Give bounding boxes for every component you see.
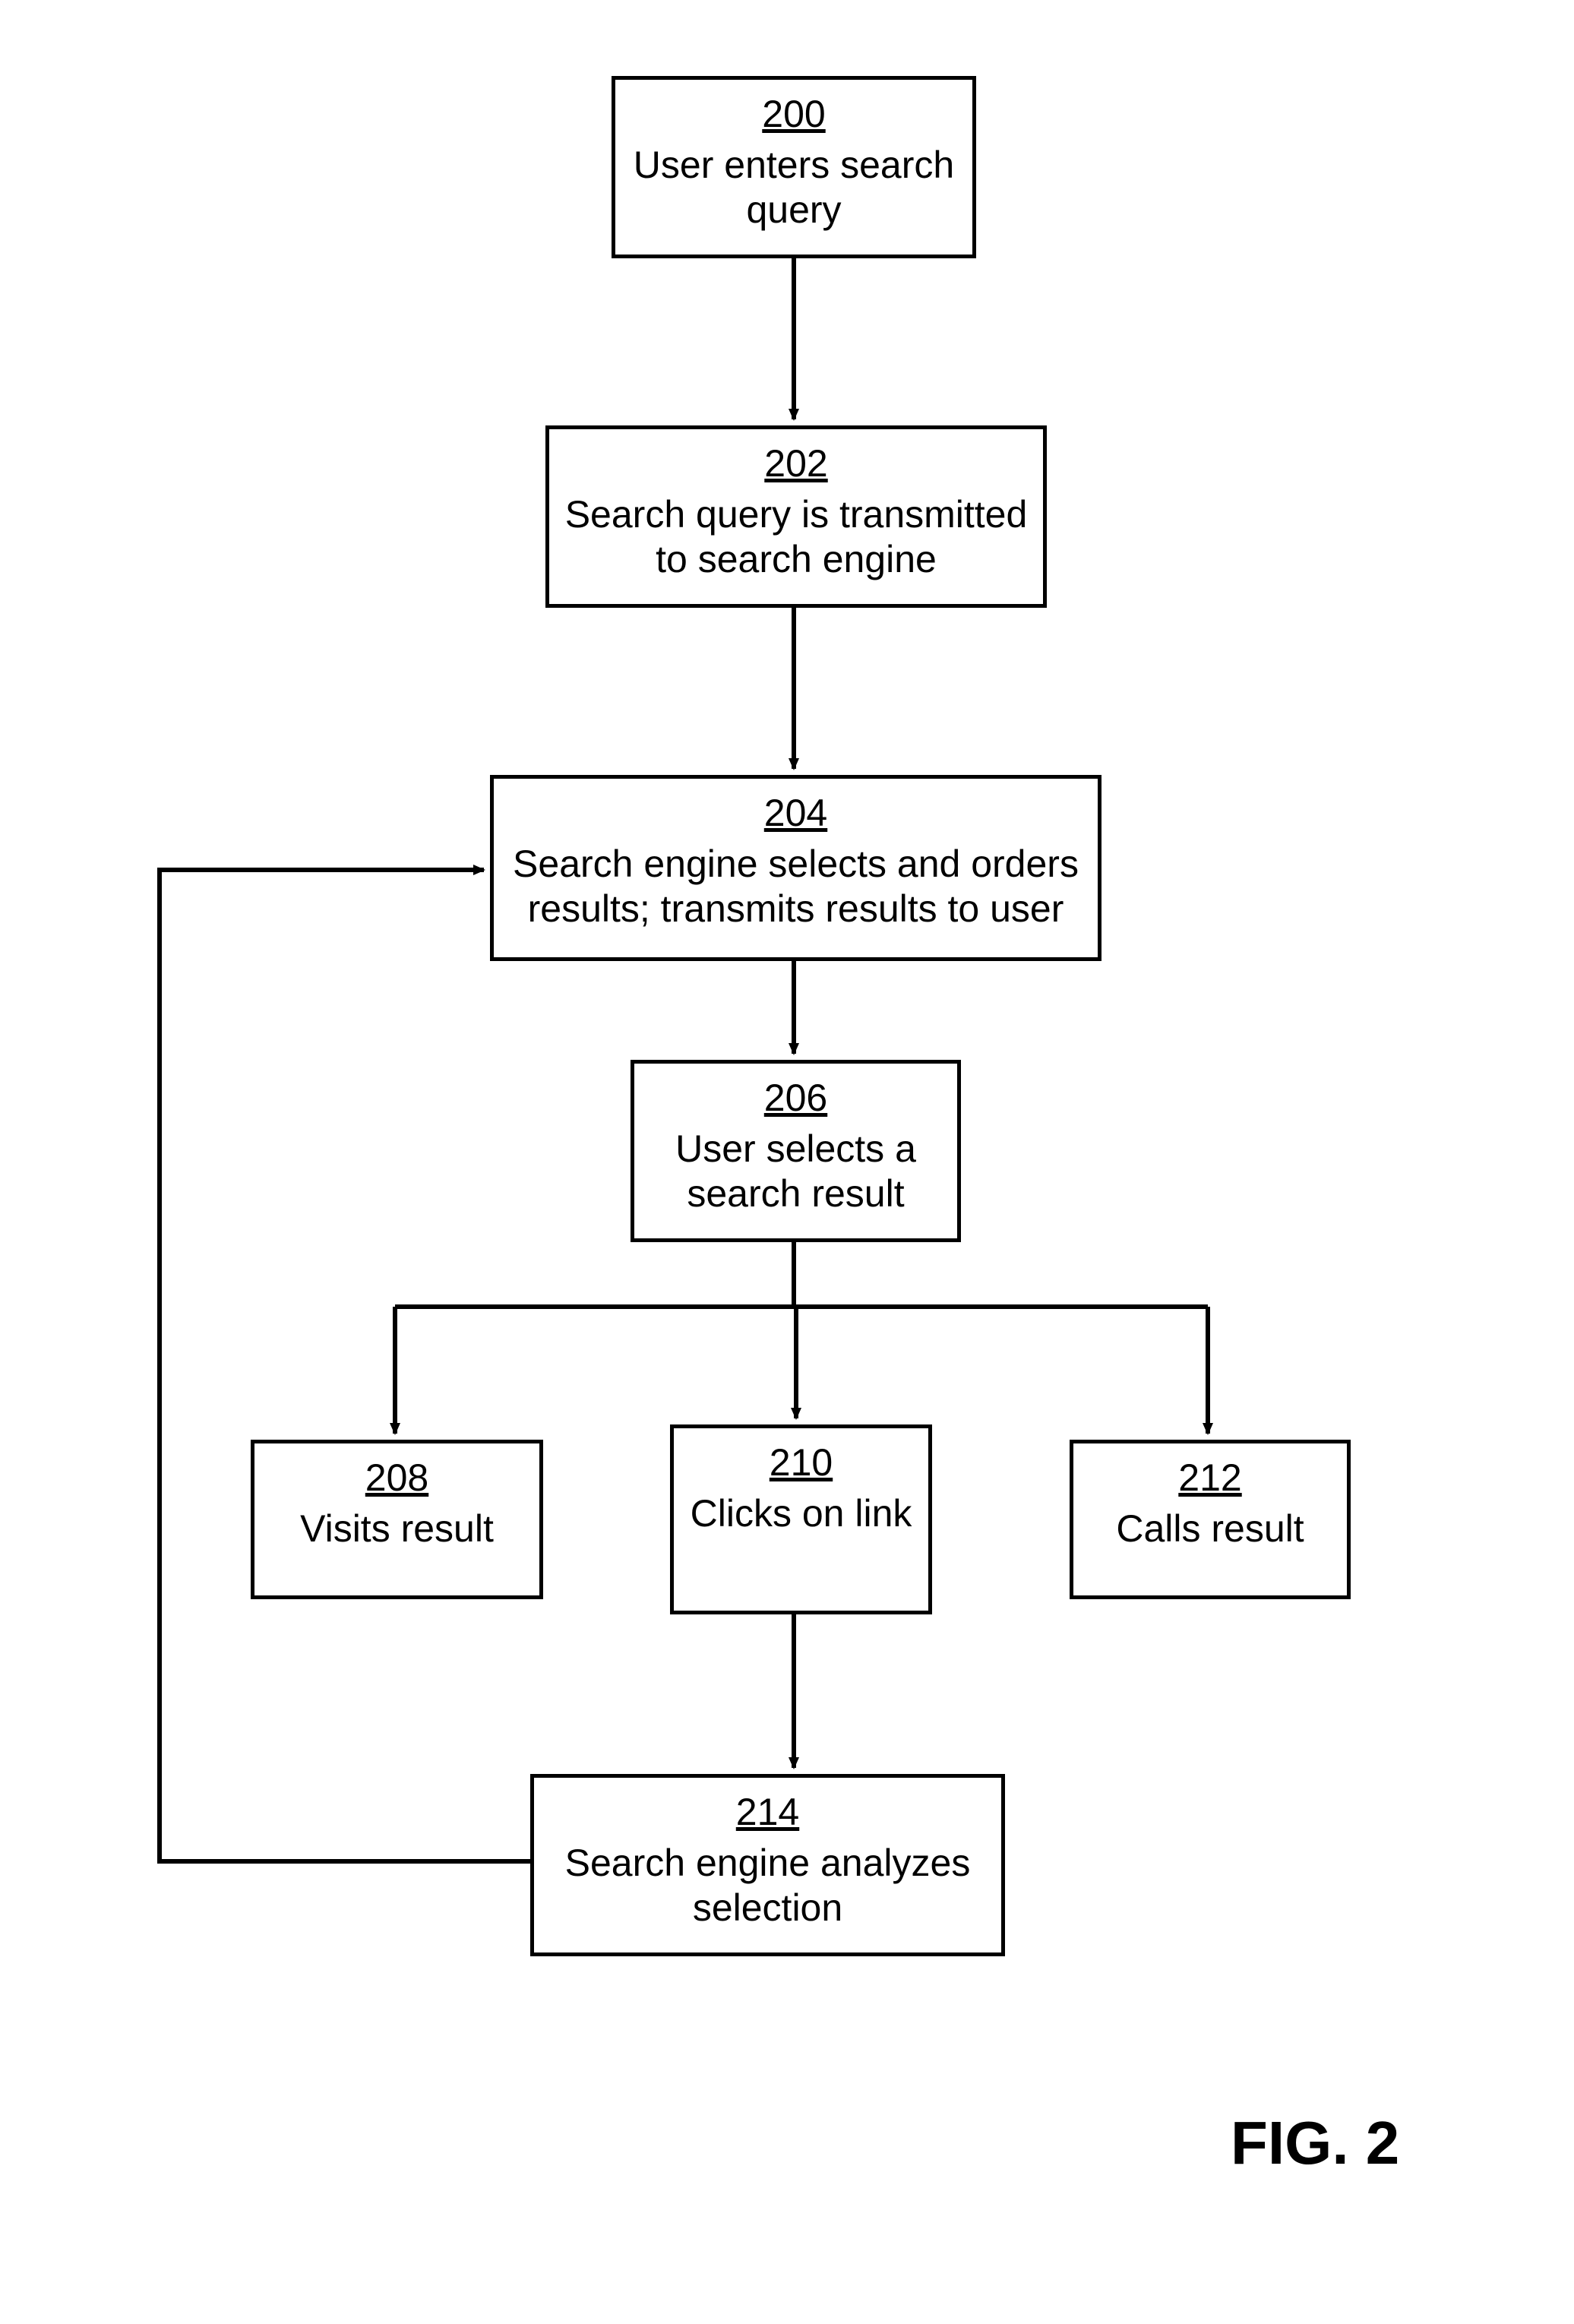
box-206-text: User selects a search result bbox=[650, 1127, 942, 1216]
box-200-num: 200 bbox=[762, 93, 825, 135]
box-212-num: 212 bbox=[1178, 1457, 1241, 1499]
arrow-214-204-feedback bbox=[160, 870, 530, 1861]
box-202-num: 202 bbox=[764, 443, 827, 485]
box-200: 200 User enters search query bbox=[612, 76, 976, 258]
box-206: 206 User selects a search result bbox=[631, 1060, 961, 1242]
box-204-text: Search engine selects and orders results… bbox=[509, 842, 1083, 931]
box-214-num: 214 bbox=[736, 1791, 799, 1833]
box-212: 212 Calls result bbox=[1070, 1440, 1351, 1599]
box-210-num: 210 bbox=[770, 1442, 833, 1484]
box-206-num: 206 bbox=[764, 1077, 827, 1119]
flowchart-page: 200 User enters search query 202 Search … bbox=[0, 0, 1574, 2324]
box-202-text: Search query is transmitted to search en… bbox=[564, 492, 1028, 582]
figure-label: FIG. 2 bbox=[1231, 2108, 1399, 2178]
box-208-text: Visits result bbox=[300, 1507, 494, 1551]
box-202: 202 Search query is transmitted to searc… bbox=[545, 425, 1047, 608]
box-214-text: Search engine analyzes selection bbox=[549, 1841, 986, 1930]
box-210: 210 Clicks on link bbox=[670, 1424, 932, 1614]
box-208-num: 208 bbox=[365, 1457, 428, 1499]
box-204: 204 Search engine selects and orders res… bbox=[490, 775, 1101, 961]
box-212-text: Calls result bbox=[1116, 1507, 1304, 1551]
box-214: 214 Search engine analyzes selection bbox=[530, 1774, 1005, 1956]
box-208: 208 Visits result bbox=[251, 1440, 543, 1599]
box-200-text: User enters search query bbox=[631, 143, 957, 232]
box-210-text: Clicks on link bbox=[691, 1491, 912, 1536]
box-204-num: 204 bbox=[764, 792, 827, 834]
